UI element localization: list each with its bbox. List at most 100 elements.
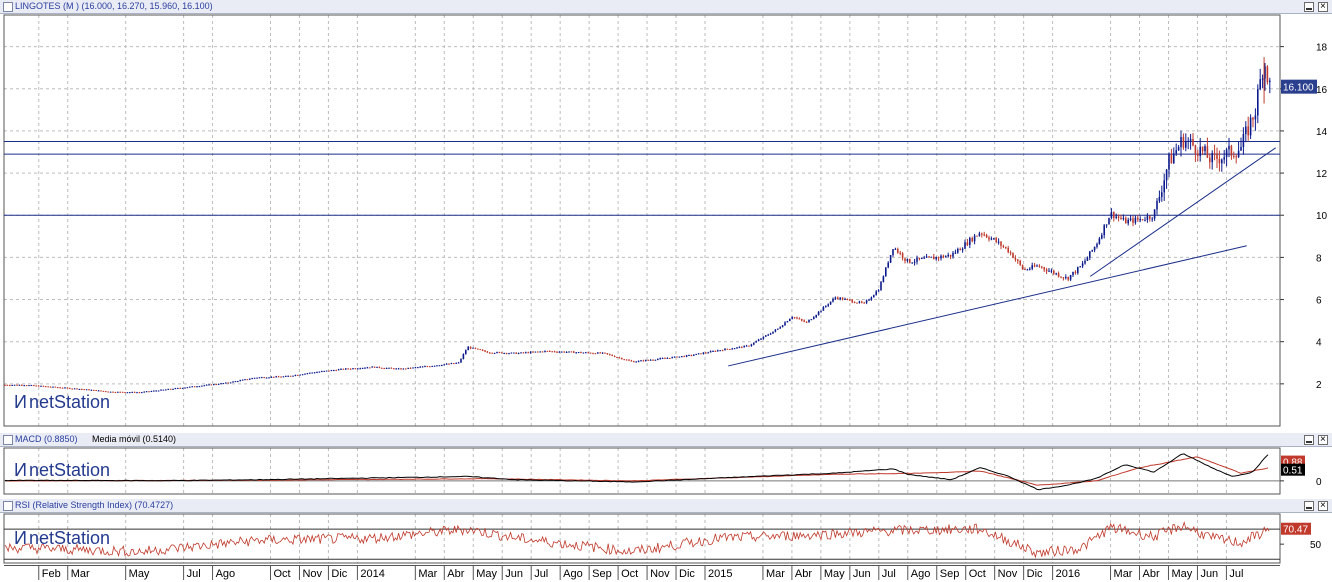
x-tick-label: May xyxy=(476,568,497,580)
candle-body xyxy=(618,357,621,359)
candle-body xyxy=(1225,149,1228,158)
candle-body xyxy=(455,362,457,364)
candle-body xyxy=(1017,259,1019,261)
candle-body xyxy=(1266,66,1269,83)
candle-body xyxy=(743,345,745,348)
candle-body xyxy=(981,233,983,235)
candle-body xyxy=(1177,147,1180,151)
candle-body xyxy=(1024,269,1026,271)
candle-body xyxy=(160,389,162,391)
candle-body xyxy=(1168,154,1170,170)
candle-body xyxy=(1221,159,1223,164)
candle-body xyxy=(453,363,455,365)
candle-body xyxy=(313,372,316,374)
candle-body xyxy=(196,386,198,388)
candle-body xyxy=(1237,150,1240,157)
candle-body xyxy=(894,248,897,250)
candle-body xyxy=(481,349,484,351)
candle-body xyxy=(1053,270,1055,274)
candle-body xyxy=(517,353,520,355)
candle-body xyxy=(220,383,222,385)
candle-body xyxy=(549,350,551,352)
candle-body xyxy=(508,353,510,355)
candle-body xyxy=(748,345,750,347)
candle-body xyxy=(174,388,177,390)
candle-body xyxy=(208,384,210,386)
candle-body xyxy=(234,381,237,383)
candle-body xyxy=(280,376,282,378)
candle-body xyxy=(1201,146,1204,152)
candle-body xyxy=(155,390,157,392)
candle-body xyxy=(1180,136,1182,148)
candle-body xyxy=(887,262,889,268)
candle-body xyxy=(609,354,611,356)
candle-body xyxy=(417,367,419,369)
x-tick-label: Oct xyxy=(969,568,986,580)
candle-body xyxy=(297,374,299,376)
candle-body xyxy=(88,389,90,391)
candle-body xyxy=(35,385,37,387)
candle-body xyxy=(251,378,253,380)
candle-body xyxy=(736,347,738,349)
candle-body xyxy=(6,384,9,386)
candle-body xyxy=(712,350,714,352)
candle-body xyxy=(1072,271,1074,276)
candle-body xyxy=(1189,138,1192,141)
y-tick-label: 14 xyxy=(1316,127,1328,138)
candle-body xyxy=(853,302,856,304)
candle-body xyxy=(1209,157,1211,163)
candle-body xyxy=(532,351,534,353)
candle-body xyxy=(580,352,582,354)
candle-body xyxy=(40,385,42,387)
rsi-panel-logo: ИnetStation xyxy=(14,528,110,548)
candle-body xyxy=(652,359,654,361)
candle-body xyxy=(258,377,261,379)
rsi-tag: 70.47 xyxy=(1283,525,1308,536)
candle-body xyxy=(1031,265,1033,269)
candle-body xyxy=(657,358,659,360)
candle-body xyxy=(169,388,172,390)
candle-body xyxy=(37,385,40,387)
candle-body xyxy=(671,357,673,359)
x-tick-label: Sep xyxy=(940,568,960,580)
rsi-panel: RSI (Relative Strength Index) (70.4727) … xyxy=(0,499,1332,565)
candle-body xyxy=(1240,146,1242,151)
candle-body xyxy=(138,392,141,394)
candle-body xyxy=(261,377,263,379)
candle-body xyxy=(474,347,477,349)
candle-body xyxy=(760,338,762,340)
x-tick-label: Jul xyxy=(1229,568,1243,580)
candle-body xyxy=(124,392,126,394)
candle-body xyxy=(659,358,661,360)
candle-body xyxy=(820,310,822,312)
candle-body xyxy=(306,373,309,375)
candle-body xyxy=(990,238,993,240)
candle-body xyxy=(961,248,964,251)
candle-body xyxy=(810,319,813,321)
candle-body xyxy=(114,392,117,394)
candle-body xyxy=(93,389,95,391)
candle-body xyxy=(513,352,515,354)
candle-body xyxy=(597,352,599,354)
candle-body xyxy=(457,362,460,364)
candle-body xyxy=(309,372,311,374)
candle-body xyxy=(719,350,721,352)
candle-body xyxy=(688,355,690,357)
candle-body xyxy=(839,297,841,300)
candle-body xyxy=(1233,155,1235,157)
candle-body xyxy=(925,256,928,258)
candle-body xyxy=(673,356,676,358)
candle-body xyxy=(316,371,318,373)
candle-body xyxy=(637,360,640,362)
candle-body xyxy=(1093,246,1096,251)
candle-body xyxy=(563,351,565,353)
candle-body xyxy=(1144,219,1146,221)
y-tick-label: 2 xyxy=(1316,380,1322,391)
candle-body xyxy=(551,351,553,353)
candle-body xyxy=(1110,211,1113,219)
candle-body xyxy=(340,368,342,370)
candle-body xyxy=(239,380,241,382)
candle-body xyxy=(904,258,906,261)
candle-body xyxy=(23,385,25,387)
candle-body xyxy=(827,304,829,306)
